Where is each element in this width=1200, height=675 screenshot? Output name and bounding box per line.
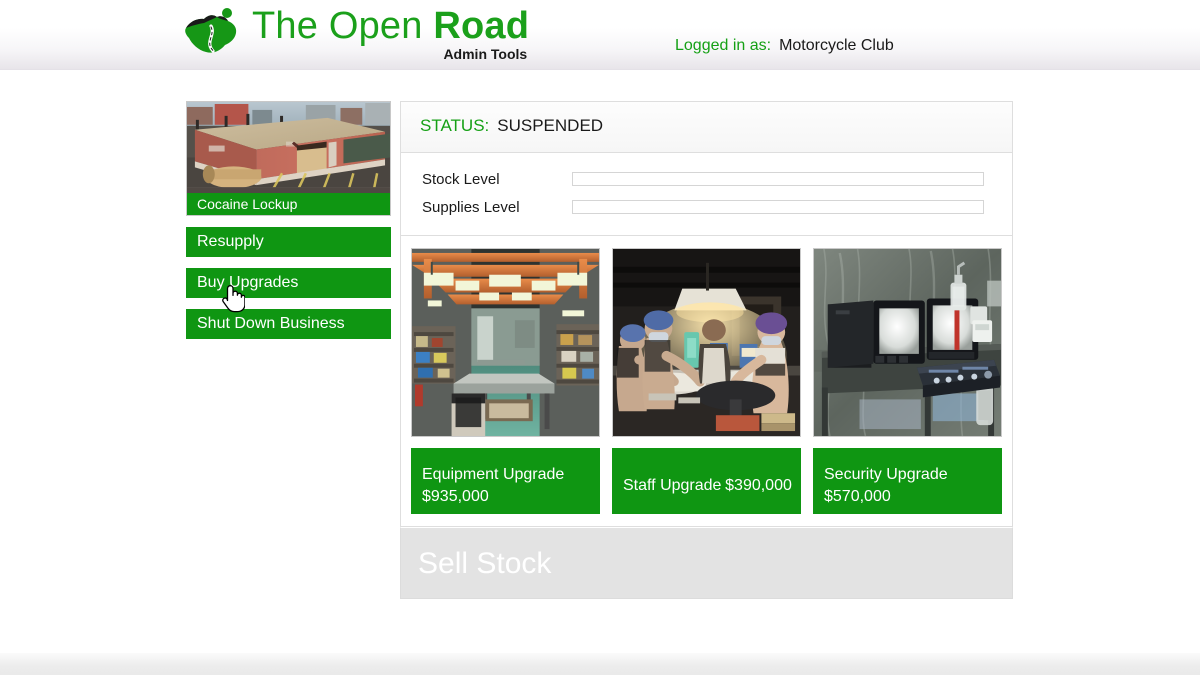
status-label: STATUS: xyxy=(420,116,489,135)
page-title: The Open Road xyxy=(252,4,529,48)
brand-logo: The Open Road Admin Tools xyxy=(180,4,529,58)
security-upgrade-name: Security Upgrade xyxy=(824,466,948,483)
equipment-upgrade-price: $935,000 xyxy=(422,488,489,505)
upgrades-panel: Equipment Upgrade $935,000 xyxy=(400,236,1013,527)
stock-level-row: Stock Level xyxy=(422,165,1012,193)
shut-down-business-button[interactable]: Shut Down Business xyxy=(186,309,391,339)
page-root: The Open Road Admin Tools Logged in as: M… xyxy=(0,0,1200,675)
sell-stock-title: Sell Stock xyxy=(401,528,1012,600)
brand-subtitle: Admin Tools xyxy=(443,46,527,62)
levels-panel: Stock Level Supplies Level xyxy=(400,152,1013,236)
sidebar: Cocaine Lockup Resupply Buy Upgrades Shu… xyxy=(186,101,391,339)
security-upgrade-button[interactable]: Security Upgrade $570,000 xyxy=(813,448,1002,514)
upgrade-card-security: Security Upgrade $570,000 xyxy=(813,248,1002,514)
business-thumbnail[interactable]: Cocaine Lockup xyxy=(186,101,391,216)
login-status: Logged in as: Motorcycle Club xyxy=(675,37,894,55)
status-panel: STATUS: SUSPENDED xyxy=(400,101,1013,152)
supplies-level-label: Supplies Level xyxy=(422,199,572,216)
security-cctv-monitors-image xyxy=(814,249,1001,436)
security-upgrade-thumbnail[interactable] xyxy=(813,248,1002,437)
staff-upgrade-thumbnail[interactable] xyxy=(612,248,801,437)
brand-title-bold: Road xyxy=(433,5,529,47)
upgrade-card-staff: Staff Upgrade $390,000 xyxy=(612,248,801,514)
security-upgrade-price: $570,000 xyxy=(824,488,891,505)
brand-title-light: The Open xyxy=(252,5,433,47)
equipment-lab-interior-image xyxy=(412,249,599,436)
business-name-label: Cocaine Lockup xyxy=(187,193,390,215)
supplies-level-bar xyxy=(572,200,984,214)
login-status-label: Logged in as: xyxy=(675,37,771,54)
stock-level-bar xyxy=(572,172,984,186)
australia-map-road-logo-icon xyxy=(180,6,242,58)
upgrade-card-equipment: Equipment Upgrade $935,000 xyxy=(411,248,600,514)
buy-upgrades-button[interactable]: Buy Upgrades xyxy=(186,268,391,298)
staff-upgrade-name: Staff Upgrade xyxy=(623,477,721,494)
stock-level-label: Stock Level xyxy=(422,171,572,188)
status-badge: SUSPENDED xyxy=(497,116,603,135)
staff-workers-cutting-table-image xyxy=(613,249,800,436)
login-status-user: Motorcycle Club xyxy=(779,37,894,54)
equipment-upgrade-button[interactable]: Equipment Upgrade $935,000 xyxy=(411,448,600,514)
staff-upgrade-button[interactable]: Staff Upgrade $390,000 xyxy=(612,448,801,514)
supplies-level-row: Supplies Level xyxy=(422,193,1012,221)
footer-band xyxy=(0,653,1200,675)
sell-stock-panel: Sell Stock xyxy=(400,527,1013,599)
equipment-upgrade-name: Equipment Upgrade xyxy=(422,466,564,483)
monitor-left xyxy=(828,300,925,367)
site-header: The Open Road Admin Tools Logged in as: M… xyxy=(0,0,1200,70)
staff-upgrade-price: $390,000 xyxy=(725,477,792,494)
resupply-button[interactable]: Resupply xyxy=(186,227,391,257)
main-panel: STATUS: SUSPENDED Stock Level Supplies Le… xyxy=(400,101,1013,599)
equipment-upgrade-thumbnail[interactable] xyxy=(411,248,600,437)
